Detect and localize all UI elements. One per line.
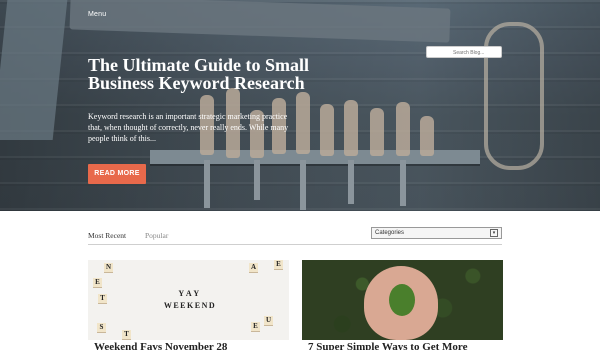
hero-banner: Menu The Ultimate Guide to Small Busines… — [0, 0, 600, 211]
tab-most-recent[interactable]: Most Recent — [88, 231, 126, 240]
hero-background-blade — [400, 160, 406, 206]
hero-background-tool — [420, 116, 434, 156]
letter-tile-decoration: E — [93, 278, 102, 287]
read-more-button[interactable]: READ MORE — [88, 164, 146, 184]
letter-tile-decoration: T — [98, 294, 107, 303]
hero-background-tool — [344, 100, 358, 156]
post-title[interactable]: 7 Super Simple Ways to Get More — [302, 340, 503, 350]
hero-excerpt: Keyword research is an important strateg… — [88, 112, 289, 143]
post-image — [302, 260, 503, 340]
hero-background-blade — [300, 160, 306, 210]
letter-tile-decoration: S — [97, 323, 106, 332]
hero-background-saw — [69, 0, 451, 43]
menu-button[interactable]: Menu — [88, 11, 106, 18]
letter-tile-decoration: U — [264, 316, 273, 325]
categories-select-label: Categories — [375, 230, 405, 236]
letter-tile-decoration: N — [104, 263, 113, 272]
tab-popular[interactable]: Popular — [145, 231, 168, 240]
letter-tile-decoration: A — [249, 263, 258, 272]
hero-background-tool — [396, 102, 410, 156]
post-title[interactable]: Weekend Favs November 28 — [88, 340, 289, 350]
post-card[interactable]: 7 Super Simple Ways to Get More — [302, 260, 503, 350]
hero-title[interactable]: The Ultimate Guide to Small Business Key… — [88, 56, 328, 92]
letter-tile-decoration: E — [251, 322, 260, 331]
hero-background-blade — [254, 160, 260, 200]
letter-tile-decoration: T — [122, 330, 131, 339]
post-image: N E T S T A E U E YAY WEEKEND — [88, 260, 289, 340]
hero-background-tool — [320, 104, 334, 156]
hero-background-plank — [0, 0, 68, 140]
tile-word-yay: YAY — [178, 289, 202, 298]
dropdown-arrow-icon: ▾ — [490, 229, 498, 237]
search-input[interactable] — [453, 50, 501, 56]
hero-background-rope — [484, 22, 544, 170]
letter-tile-decoration: E — [274, 260, 283, 269]
categories-select[interactable]: Categories ▾ — [371, 227, 502, 239]
hero-background-tool — [370, 108, 384, 156]
tile-word-weekend: WEEKEND — [163, 301, 217, 310]
hero-background-blade — [348, 160, 354, 204]
fern-icon — [389, 284, 415, 316]
hero-background-blade — [204, 160, 210, 208]
search-box[interactable] — [426, 46, 502, 58]
post-card[interactable]: N E T S T A E U E YAY WEEKEND Weekend Fa… — [88, 260, 289, 350]
